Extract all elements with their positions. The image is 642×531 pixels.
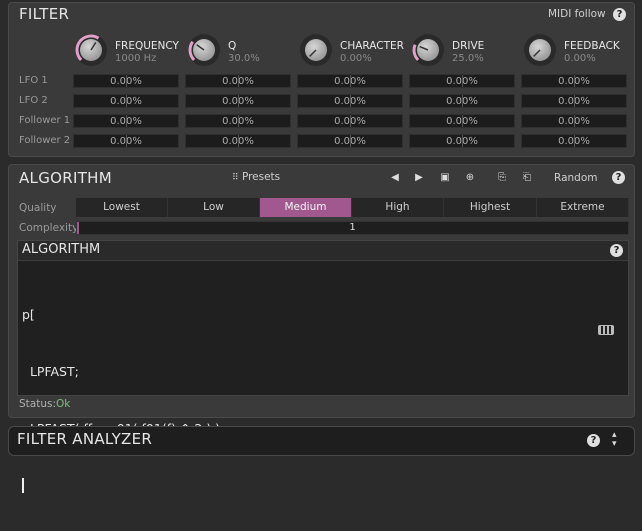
mod-amount-slider[interactable]: 0.00% [297,134,403,148]
knob-dial[interactable] [300,34,332,66]
editor-help-icon[interactable]: ? [610,244,623,257]
knob-value: 0.00% [340,53,372,64]
quality-label: Quality [19,202,57,214]
quality-option-highest[interactable]: Highest [444,198,537,217]
knob-dial[interactable] [188,34,220,66]
status-value: Ok [56,398,71,410]
mod-amount-slider[interactable]: 0.00% [185,94,291,108]
algorithm-title: ALGORITHM [19,169,112,187]
mod-amount-slider[interactable]: 0.00% [521,114,627,128]
complexity-value: 1 [349,222,356,233]
knob-dial[interactable] [524,34,556,66]
copy-icon[interactable]: ⎘ [495,171,509,185]
mod-amount-slider[interactable]: 0.00% [409,114,515,128]
analyzer-help-icon[interactable]: ? [587,434,600,447]
text-cursor [22,478,24,493]
mod-amount-slider[interactable]: 0.00% [409,74,515,88]
add-preset-icon[interactable]: ⊕ [463,171,477,185]
mod-amount-slider[interactable]: 0.00% [185,134,291,148]
mod-amount-slider[interactable]: 0.00% [521,94,627,108]
editor-title: ALGORITHM [22,242,101,257]
mod-amount-slider[interactable]: 0.00% [73,74,179,88]
save-preset-icon[interactable]: ▣ [438,171,452,185]
midi-follow-button[interactable]: MIDI follow [548,8,606,20]
complexity-label: Complexity [19,222,79,234]
algorithm-help-icon[interactable]: ? [612,171,625,184]
previous-preset-icon[interactable]: ◀ [388,171,402,185]
knob-dial[interactable] [75,34,107,66]
mod-amount-slider[interactable]: 0.00% [409,134,515,148]
status-bar: Status:Ok [19,398,70,410]
mod-row-label: Follower 1 [19,115,71,126]
editor-header: ALGORITHM ? [18,241,628,261]
knob-value: 30.0% [228,53,260,64]
filter-help-icon[interactable]: ? [613,8,626,21]
mod-amount-slider[interactable]: 0.00% [409,94,515,108]
quality-option-low[interactable]: Low [168,198,260,217]
mod-amount-slider[interactable]: 0.00% [73,114,179,128]
presets-label: Presets [241,171,281,183]
quality-option-lowest[interactable]: Lowest [76,198,168,217]
filter-analyzer-title: FILTER ANALYZER [17,430,153,448]
next-preset-icon[interactable]: ▶ [412,171,426,185]
knob-name: CHARACTER [340,40,404,52]
mod-amount-slider[interactable]: 0.00% [521,134,627,148]
mod-amount-slider[interactable]: 0.00% [73,94,179,108]
filter-analyzer-panel[interactable]: FILTER ANALYZER ? ▴ ▾ [8,426,635,456]
code-line: p[ [22,307,35,322]
knob-name: Q [228,40,237,52]
mod-row-label: LFO 1 [19,75,48,86]
knob-value: 0.00% [564,53,596,64]
expand-collapse-icon[interactable]: ▴ ▾ [612,431,617,449]
filter-title: FILTER [19,5,70,23]
mod-amount-slider[interactable]: 0.00% [297,114,403,128]
knob-name: FEEDBACK [564,40,620,52]
keyboard-icon[interactable] [598,325,614,335]
mod-row-label: Follower 2 [19,135,71,146]
mod-amount-slider[interactable]: 0.00% [73,134,179,148]
status-label: Status: [19,398,56,410]
mod-amount-slider[interactable]: 0.00% [521,74,627,88]
knob-value: 1000 Hz [115,53,157,64]
knob-dial[interactable] [412,34,444,66]
quality-option-high[interactable]: High [352,198,444,217]
mod-amount-slider[interactable]: 0.00% [297,94,403,108]
presets-grid-icon: ⠿ [232,173,239,183]
knob-name: FREQUENCY [115,40,179,52]
quality-option-medium[interactable]: Medium [260,198,352,217]
random-button[interactable]: Random [554,172,597,184]
complexity-slider[interactable]: 1 [76,221,629,235]
filter-panel: FILTER MIDI follow ? FREQUENCY 1000 Hz Q… [8,2,635,157]
knob-value: 25.0% [452,53,484,64]
knob-name: DRIVE [452,40,485,52]
mod-row-label: LFO 2 [19,95,48,106]
paste-icon[interactable]: ⎗ [520,171,534,185]
presets-button[interactable]: ⠿ Presets [232,171,280,183]
mod-amount-slider[interactable]: 0.00% [297,74,403,88]
quality-option-extreme[interactable]: Extreme [537,198,629,217]
code-line: LPFAST; [22,364,79,379]
mod-amount-slider[interactable]: 0.00% [185,74,291,88]
mod-amount-slider[interactable]: 0.00% [185,114,291,128]
algorithm-editor[interactable]: ALGORITHM ? p[ LPFAST; LPFAST( ffrom01( … [17,240,629,493]
